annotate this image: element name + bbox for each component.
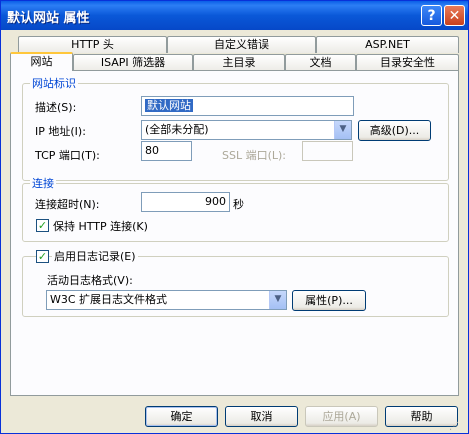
apply-button[interactable]: 应用(A)	[305, 406, 378, 427]
help-title-button[interactable]: ?	[421, 5, 442, 26]
tab-http-headers[interactable]: HTTP 头	[18, 36, 167, 53]
tab-isapi-filters[interactable]: ISAPI 筛选器	[73, 54, 193, 71]
timeout-unit: 秒	[233, 198, 244, 211]
window-title: 默认网站 属性	[7, 11, 90, 26]
log-format-label: 活动日志格式(V):	[47, 274, 133, 287]
advanced-button[interactable]: 高级(D)...	[358, 120, 431, 141]
ip-address-label: IP 地址(I):	[35, 125, 86, 138]
tab-website[interactable]: 网站	[10, 52, 73, 71]
tab-documents[interactable]: 文档	[285, 54, 356, 71]
chevron-down-icon[interactable]: ▼	[334, 121, 351, 139]
ssl-port-field[interactable]	[302, 141, 353, 161]
title-bar[interactable]: 默认网站 属性 ? ✕	[1, 1, 468, 30]
log-format-select[interactable]: W3C 扩展日志文件格式 ▼	[46, 290, 287, 310]
timeout-field[interactable]: 900	[141, 192, 230, 212]
description-field[interactable]: 默认网站	[141, 96, 354, 116]
checkmark-icon: ✓	[37, 250, 48, 263]
tcp-port-field[interactable]: 80	[141, 141, 192, 161]
enable-logging-checkbox[interactable]: ✓	[36, 250, 49, 263]
tab-directory-security[interactable]: 目录安全性	[356, 54, 459, 71]
tab-home-directory[interactable]: 主目录	[193, 54, 285, 71]
chevron-down-icon[interactable]: ▼	[269, 291, 286, 309]
tcp-port-label: TCP 端口(T):	[35, 149, 100, 162]
tab-aspnet[interactable]: ASP.NET	[316, 36, 459, 53]
tab-custom-errors[interactable]: 自定义错误	[167, 36, 316, 53]
timeout-label: 连接超时(N):	[35, 198, 100, 211]
log-properties-button[interactable]: 属性(P)...	[292, 290, 366, 311]
close-button[interactable]: ✕	[444, 5, 465, 26]
ip-address-select[interactable]: (全部未分配) ▼	[141, 120, 352, 140]
enable-logging-label[interactable]: 启用日志记录(E)	[52, 248, 138, 264]
connection-legend: 连接	[30, 175, 56, 191]
properties-dialog: 默认网站 属性 ? ✕ HTTP 头 自定义错误 ASP.NET 网站 ISAP…	[0, 0, 469, 434]
help-button[interactable]: 帮助	[385, 406, 458, 427]
resize-grip-icon[interactable]: ⋰	[449, 421, 465, 433]
description-label: 描述(S):	[35, 101, 77, 114]
tab-panel-website: 网站标识 描述(S): 默认网站 IP 地址(I): (全部未分配) ▼ 高级(…	[10, 70, 459, 396]
keepalive-checkbox[interactable]: ✓	[36, 219, 49, 232]
cancel-button[interactable]: 取消	[225, 406, 298, 427]
site-identification-legend: 网站标识	[30, 75, 78, 91]
ssl-port-label: SSL 端口(L):	[222, 149, 287, 162]
checkmark-icon: ✓	[37, 219, 48, 232]
ok-button[interactable]: 确定	[145, 406, 218, 427]
keepalive-label[interactable]: 保持 HTTP 连接(K)	[53, 218, 148, 234]
